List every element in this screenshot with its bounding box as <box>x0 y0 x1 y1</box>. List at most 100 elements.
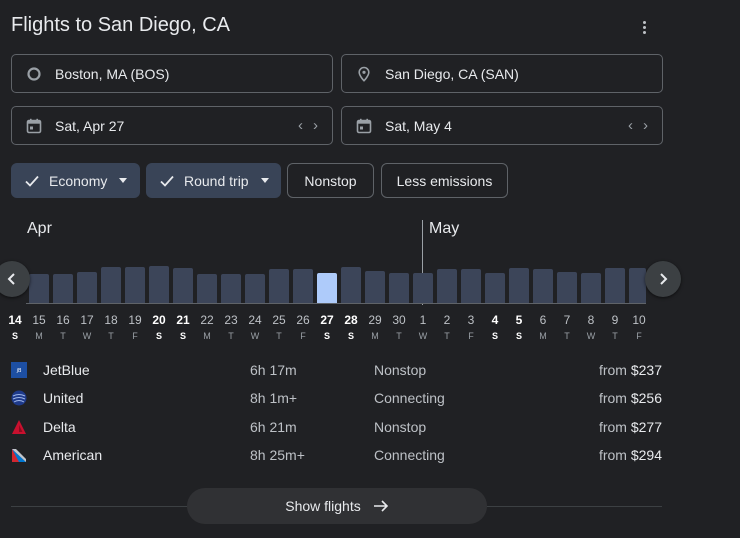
calendar-bar[interactable] <box>461 269 481 303</box>
calendar-day-of-week: T <box>564 331 570 341</box>
flight-stops: Nonstop <box>374 362 427 378</box>
calendar-prev-button[interactable] <box>0 261 30 297</box>
calendar-day-number: 1 <box>419 313 427 327</box>
calendar-day-number: 30 <box>392 313 406 327</box>
calendar-bar[interactable] <box>29 274 49 303</box>
flight-stops: Nonstop <box>374 419 427 435</box>
calendar-bar[interactable] <box>197 274 217 303</box>
calendar-day-of-week: F <box>468 331 474 341</box>
depart-date-value: Sat, Apr 27 <box>55 118 125 134</box>
flight-stops: Connecting <box>374 447 445 463</box>
flight-duration: 8h 25m+ <box>250 447 305 463</box>
calendar-bar[interactable] <box>533 269 553 303</box>
chevron-left-icon <box>7 273 15 285</box>
calendar-day-of-week: F <box>132 331 138 341</box>
svg-text:jB: jB <box>16 368 22 374</box>
chevron-right-icon <box>660 273 668 285</box>
calendar-day-number: 16 <box>56 313 70 327</box>
calendar-day-of-week: T <box>60 331 66 341</box>
calendar-bar[interactable] <box>101 267 121 303</box>
circle-icon <box>27 67 41 81</box>
calendar-bar[interactable] <box>173 268 193 303</box>
calendar-bar[interactable] <box>557 272 577 303</box>
calendar-bar-selected[interactable] <box>317 273 337 303</box>
flight-row-american[interactable]: American 8h 25m+ Connecting from $294 <box>0 444 740 466</box>
show-flights-button[interactable]: Show flights <box>187 488 487 524</box>
calendar-day-of-week: W <box>250 331 260 341</box>
arrow-right-icon <box>373 500 388 512</box>
flight-row-delta[interactable]: Delta 6h 21m Nonstop from $277 <box>0 416 740 438</box>
calendar-day-number: 26 <box>296 313 310 327</box>
emissions-filter-chip[interactable]: Less emissions <box>381 163 508 198</box>
calendar-bar[interactable] <box>269 269 289 303</box>
delta-logo-icon <box>12 420 26 434</box>
calendar-day-of-week: S <box>323 331 330 341</box>
page-title: Flights to San Diego, CA <box>11 14 230 36</box>
calendar-day-of-week: S <box>155 331 162 341</box>
calendar-bar[interactable] <box>437 269 457 303</box>
more-vert-icon[interactable] <box>636 17 652 37</box>
nonstop-filter-label: Nonstop <box>304 172 357 189</box>
flight-row-united[interactable]: United 8h 1m+ Connecting from $256 <box>0 387 740 409</box>
calendar-day-of-week: W <box>418 331 428 341</box>
calendar-day-number: 20 <box>152 313 166 327</box>
calendar-next-button[interactable] <box>645 261 681 297</box>
calendar-bar[interactable] <box>245 274 265 303</box>
calendar-day-number: 15 <box>32 313 46 327</box>
calendar-bar[interactable] <box>389 273 409 303</box>
calendar-day-of-week: S <box>347 331 354 341</box>
origin-value: Boston, MA (BOS) <box>55 66 170 82</box>
calendar-bar[interactable] <box>293 269 313 303</box>
origin-field[interactable]: Boston, MA (BOS) <box>11 54 333 93</box>
month-label-apr: Apr <box>27 220 52 237</box>
calendar-day-of-week: S <box>11 331 18 341</box>
calendar-bar[interactable] <box>149 266 169 303</box>
calendar-bar[interactable] <box>341 267 361 303</box>
calendar-day-number: 25 <box>272 313 286 327</box>
calendar-day-number: 9 <box>611 313 619 327</box>
calendar-bar[interactable] <box>365 271 385 303</box>
calendar-day-of-week: W <box>82 331 92 341</box>
calendar-day-of-week: T <box>228 331 234 341</box>
calendar-day-of-week: M <box>203 331 211 341</box>
destination-field[interactable]: San Diego, CA (SAN) <box>341 54 663 93</box>
flight-stops: Connecting <box>374 390 445 406</box>
prev-date-chevron-icon[interactable]: ‹ <box>628 117 633 134</box>
calendar-bar[interactable] <box>125 267 145 303</box>
calendar-day-number: 14 <box>8 313 22 327</box>
flight-row-jetblue[interactable]: jB JetBlue 6h 17m Nonstop from $237 <box>0 359 740 381</box>
calendar-bar[interactable] <box>413 273 433 303</box>
calendar-bar[interactable] <box>581 273 601 303</box>
united-logo-icon <box>11 390 27 406</box>
calendar-day-of-week: F <box>636 331 642 341</box>
calendar-day-of-week: T <box>612 331 618 341</box>
check-icon <box>160 175 174 187</box>
calendar-day-of-week: T <box>444 331 450 341</box>
flight-price: from $256 <box>598 390 662 406</box>
calendar-day-number: 6 <box>539 313 547 327</box>
return-date-field[interactable]: Sat, May 4 ‹ › <box>341 106 663 145</box>
calendar-day-number: 17 <box>80 313 94 327</box>
nonstop-filter-chip[interactable]: Nonstop <box>287 163 374 198</box>
calendar-bar[interactable] <box>53 274 73 303</box>
return-date-value: Sat, May 4 <box>385 118 452 134</box>
next-date-chevron-icon[interactable]: › <box>313 117 318 134</box>
calendar-bar[interactable] <box>509 268 529 303</box>
calendar-day-of-week: T <box>396 331 402 341</box>
calendar-day-number: 3 <box>467 313 475 327</box>
next-date-chevron-icon[interactable]: › <box>643 117 648 134</box>
calendar-bar[interactable] <box>605 268 625 303</box>
calendar-day-number: 4 <box>491 313 499 327</box>
calendar-bar[interactable] <box>485 273 505 303</box>
calendar-bar[interactable] <box>629 268 646 303</box>
trip-type-filter-chip[interactable]: Round trip <box>146 163 281 198</box>
class-filter-chip[interactable]: Economy <box>11 163 140 198</box>
class-filter-label: Economy <box>49 172 108 189</box>
calendar-day-number: 24 <box>248 313 262 327</box>
prev-date-chevron-icon[interactable]: ‹ <box>298 117 303 134</box>
calendar-day-of-week: F <box>300 331 306 341</box>
flight-duration: 6h 17m <box>250 362 297 378</box>
calendar-bar[interactable] <box>77 272 97 303</box>
depart-date-field[interactable]: Sat, Apr 27 ‹ › <box>11 106 333 145</box>
calendar-bar[interactable] <box>221 274 241 303</box>
